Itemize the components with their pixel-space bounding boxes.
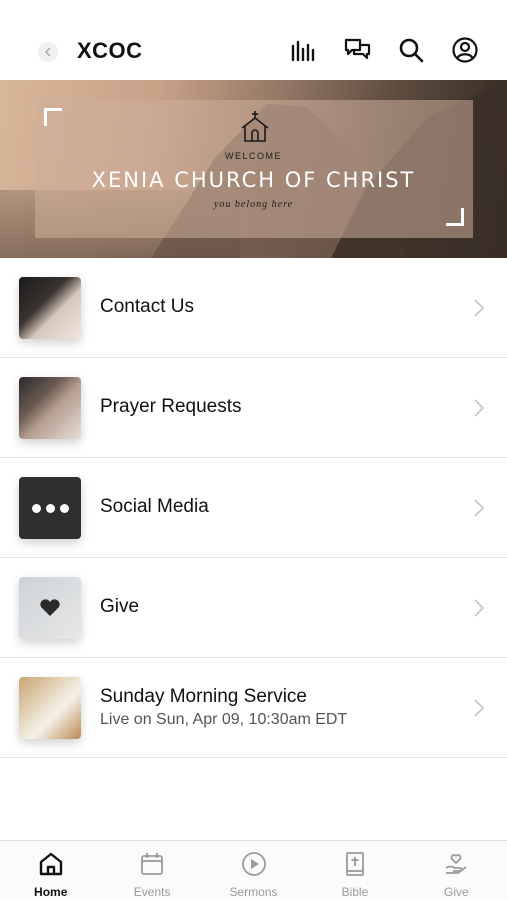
social-thumbnail	[19, 477, 81, 539]
facebook-icon	[31, 503, 41, 513]
chevron-right-icon	[474, 399, 485, 417]
list-item-social-media[interactable]: Social Media	[0, 458, 507, 558]
give-hand-heart-icon	[445, 854, 467, 874]
tab-label: Events	[133, 885, 171, 899]
tab-label: Sermons	[229, 885, 278, 899]
audio-bars-icon[interactable]	[289, 36, 317, 64]
hero-church-name: XENIA CHURCH OF CHRIST	[91, 168, 416, 192]
instagram-icon	[45, 503, 55, 513]
give-thumbnail	[19, 577, 81, 639]
app-title: XCOC	[77, 38, 143, 63]
prayer-thumbnail	[19, 377, 81, 439]
hero-tagline: you belong here	[213, 199, 294, 210]
contact-thumbnail	[19, 277, 81, 339]
tab-bible[interactable]: Bible	[304, 841, 405, 900]
list-item-label: Prayer Requests	[100, 396, 242, 417]
back-button[interactable]	[38, 42, 58, 62]
list-item-label: Sunday Morning Service	[100, 686, 307, 707]
chevron-right-icon	[474, 599, 485, 617]
list-item-sunday-service[interactable]: Sunday Morning Service Live on Sun, Apr …	[0, 658, 507, 758]
calendar-icon	[141, 853, 164, 875]
menu-list: Contact Us Prayer Requests Social Media …	[0, 258, 507, 758]
header-actions	[289, 36, 479, 64]
top-bar: XCOC	[0, 0, 507, 80]
chevron-right-icon	[474, 299, 485, 317]
twitter-icon	[59, 503, 69, 513]
list-item-contact-us[interactable]: Contact Us	[0, 258, 507, 358]
hero-banner[interactable]: WELCOME XENIA CHURCH OF CHRIST you belon…	[0, 80, 507, 258]
list-item-give[interactable]: Give	[0, 558, 507, 658]
back-arrow-icon	[44, 47, 51, 57]
list-item-label: Give	[100, 596, 140, 617]
tab-home[interactable]: Home	[0, 841, 101, 900]
play-circle-icon	[241, 852, 266, 876]
list-item-label: Social Media	[100, 496, 209, 517]
heart-icon	[40, 599, 60, 616]
frame-corner-top-left	[44, 108, 62, 126]
profile-icon[interactable]	[451, 36, 479, 64]
tab-label: Home	[34, 885, 68, 899]
tab-give[interactable]: Give	[406, 841, 507, 900]
list-item-subtitle: Live on Sun, Apr 09, 10:30am EDT	[100, 711, 348, 728]
tab-sermons[interactable]: Sermons	[203, 841, 304, 900]
church-icon	[241, 111, 269, 142]
home-icon	[39, 852, 62, 876]
list-item-prayer-requests[interactable]: Prayer Requests	[0, 358, 507, 458]
frame-corner-bottom-right	[446, 208, 464, 226]
tab-label: Give	[443, 885, 469, 899]
bottom-tab-bar: Home Events Sermons Bible Give	[0, 840, 507, 900]
service-thumbnail	[19, 677, 81, 739]
chevron-right-icon	[474, 499, 485, 517]
chevron-right-icon	[474, 699, 485, 717]
list-item-label: Contact Us	[100, 296, 194, 317]
bible-icon	[346, 852, 364, 876]
chat-bubbles-icon[interactable]	[343, 36, 371, 64]
search-icon[interactable]	[397, 36, 425, 64]
tab-label: Bible	[341, 885, 369, 899]
hero-welcome: WELCOME	[224, 151, 282, 161]
tab-events[interactable]: Events	[101, 841, 202, 900]
